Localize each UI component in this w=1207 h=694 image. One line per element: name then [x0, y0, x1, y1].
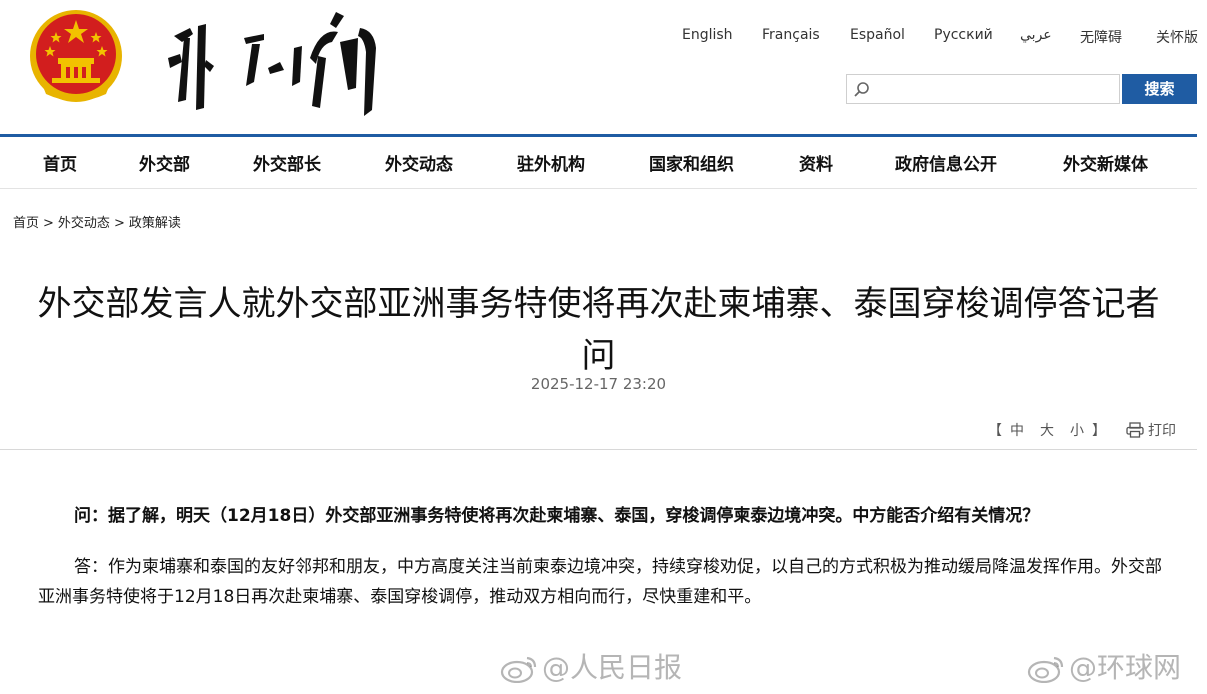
- breadcrumb-policy-interpretation[interactable]: 政策解读: [129, 216, 181, 231]
- nav-item-new-media[interactable]: 外交新媒体: [1063, 150, 1148, 175]
- watermark-text: @环球网: [1069, 651, 1182, 684]
- nav-item-resources[interactable]: 资料: [799, 150, 833, 175]
- ministry-calligraphy-logo: [168, 12, 376, 116]
- lang-english-link[interactable]: English: [682, 27, 733, 43]
- search-icon: [854, 82, 869, 97]
- print-label: 打印: [1148, 423, 1176, 439]
- font-size-bracket-close: 】: [1092, 423, 1106, 439]
- nav-item-missions-abroad[interactable]: 驻外机构: [517, 150, 585, 175]
- nav-bottom-rule: [0, 188, 1197, 189]
- font-size-large-button[interactable]: 大: [1040, 423, 1054, 439]
- nav-item-countries-orgs[interactable]: 国家和组织: [649, 150, 734, 175]
- breadcrumb-separator: >: [43, 216, 54, 231]
- breadcrumb-diplomatic-news[interactable]: 外交动态: [58, 216, 110, 231]
- breadcrumb-home[interactable]: 首页: [13, 216, 39, 231]
- breadcrumb-separator: >: [113, 216, 125, 231]
- font-size-small-button[interactable]: 小: [1070, 423, 1084, 439]
- search-button[interactable]: 搜索: [1122, 74, 1197, 104]
- lang-arabic-link[interactable]: عربي: [1020, 27, 1052, 43]
- weibo-icon: [1027, 656, 1064, 683]
- printer-icon: [1126, 422, 1144, 438]
- breadcrumb: 首页 > 外交动态 > 政策解读: [13, 212, 181, 231]
- lang-spanish-link[interactable]: Español: [850, 27, 905, 43]
- nav-item-home[interactable]: 首页: [43, 150, 77, 175]
- print-button[interactable]: 打印: [1126, 420, 1176, 440]
- national-emblem-logo: [30, 10, 122, 102]
- article-answer-paragraph: 答：作为柬埔寨和泰国的友好邻邦和朋友，中方高度关注当前柬泰边境冲突，持续穿梭劝促…: [38, 557, 1162, 607]
- watermark-peoples-daily: @人民日报: [500, 646, 682, 686]
- nav-item-ministry[interactable]: 外交部: [139, 150, 190, 175]
- search-input[interactable]: [873, 77, 1117, 103]
- weibo-icon: [500, 656, 537, 683]
- article-divider: [0, 449, 1197, 450]
- article-title: 外交部发言人就外交部亚洲事务特使将再次赴柬埔寨、泰国穿梭调停答记者问: [37, 283, 1160, 376]
- accessibility-link[interactable]: 无障碍: [1080, 27, 1122, 47]
- nav-item-diplomatic-news[interactable]: 外交动态: [385, 150, 453, 175]
- elderly-care-mode-link[interactable]: 关怀版: [1156, 27, 1198, 47]
- lang-russian-link[interactable]: Русский: [934, 27, 993, 43]
- nav-top-rule: [0, 134, 1197, 137]
- search-box: [846, 74, 1120, 104]
- font-size-medium-button[interactable]: 中: [1010, 423, 1024, 439]
- article-question-paragraph: 问：据了解，明天（12月18日）外交部亚洲事务特使将再次赴柬埔寨、泰国，穿梭调停…: [74, 506, 1040, 526]
- watermark-text: @人民日报: [542, 651, 683, 684]
- article-date: 2025-12-17 23:20: [530, 375, 667, 393]
- language-switcher: English Français Español Русский عربي 无障…: [0, 27, 1207, 47]
- lang-french-link[interactable]: Français: [762, 27, 820, 43]
- nav-item-gov-info-disclosure[interactable]: 政府信息公开: [895, 150, 997, 175]
- font-size-bracket-open: 【: [988, 423, 1002, 439]
- main-nav: 首页 外交部 外交部长 外交动态 驻外机构 国家和组织 资料 政府信息公开 外交…: [0, 150, 1207, 175]
- watermark-huanqiu: @环球网: [1027, 646, 1181, 686]
- nav-item-minister[interactable]: 外交部长: [253, 150, 321, 175]
- font-size-controls: 【中大小】: [988, 420, 1106, 440]
